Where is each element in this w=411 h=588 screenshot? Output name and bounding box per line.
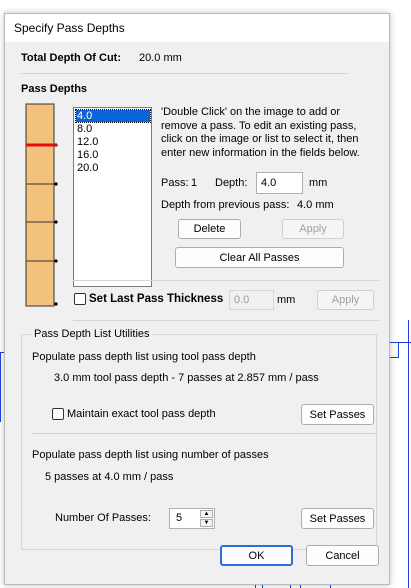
utilities-group-label: Pass Depth List Utilities [31, 328, 153, 340]
background-line [0, 352, 1, 422]
set-passes-tool-button[interactable]: Set Passes [301, 404, 374, 425]
number-of-passes-label: Number Of Passes: [55, 512, 151, 524]
clear-all-passes-button[interactable]: Clear All Passes [175, 247, 344, 268]
pass-depth-image[interactable] [23, 103, 63, 308]
spin-up-icon[interactable]: ▲ [200, 510, 213, 518]
tool-pass-depth-summary: 3.0 mm tool pass depth - 7 passes at 2.8… [54, 372, 319, 384]
apply-button[interactable]: Apply [282, 219, 344, 239]
maintain-exact-tool-pass-depth-checkbox[interactable] [52, 408, 64, 420]
separator [32, 433, 376, 434]
set-last-pass-thickness-label: Set Last Pass Thickness [89, 293, 224, 305]
spin-down-icon[interactable]: ▼ [200, 519, 213, 527]
cancel-button[interactable]: Cancel [306, 545, 379, 566]
pass-number: 1 [191, 177, 198, 189]
number-of-passes-summary: 5 passes at 4.0 mm / pass [45, 471, 174, 483]
last-pass-thickness-input[interactable]: 0.0 [229, 290, 274, 310]
delete-button[interactable]: Delete [178, 219, 241, 239]
pass-list[interactable]: 4.0 8.0 12.0 16.0 20.0 [73, 107, 152, 287]
maintain-exact-tool-pass-depth-label: Maintain exact tool pass depth [67, 408, 216, 420]
background-line [398, 342, 399, 358]
depth-from-previous-label: Depth from previous pass: [161, 199, 290, 211]
pass-marker-dot [54, 302, 58, 306]
last-pass-unit: mm [277, 294, 296, 306]
background-line [390, 357, 399, 358]
pass-marker-dot [54, 220, 58, 224]
ok-button[interactable]: OK [220, 545, 293, 566]
pass-list-item[interactable]: 12.0 [76, 136, 150, 148]
pass-depths-heading: Pass Depths [21, 83, 88, 95]
depth-unit: mm [309, 177, 328, 189]
total-depth-label: Total Depth Of Cut: [21, 52, 121, 64]
pass-list-item[interactable]: 16.0 [76, 149, 150, 161]
tool-pass-depth-heading: Populate pass depth list using tool pass… [32, 351, 256, 363]
total-depth-value: 20.0 mm [139, 52, 182, 64]
specify-pass-depths-dialog: Specify Pass Depths Total Depth Of Cut: … [4, 13, 390, 585]
number-of-passes-value: 5 [176, 512, 183, 524]
apply-last-pass-button[interactable]: Apply [317, 290, 374, 310]
pass-marker-dot [54, 182, 58, 186]
instructions-line: enter new information in the fields belo… [161, 146, 360, 159]
depth-from-previous-value: 4.0 mm [297, 199, 334, 211]
number-of-passes-spinner[interactable]: 5 ▲ ▼ [169, 508, 215, 529]
pass-list-item[interactable]: 4.0 [75, 109, 151, 123]
background-line [408, 320, 409, 588]
pass-marker-dot [54, 143, 58, 147]
pass-label: Pass: [161, 177, 189, 189]
pass-marker-dot [54, 259, 58, 263]
separator [73, 280, 379, 281]
depth-input[interactable]: 4.0 [256, 172, 303, 194]
material-block [25, 103, 55, 307]
pass-list-item[interactable]: 20.0 [76, 162, 150, 174]
separator [21, 73, 348, 74]
instructions-text: 'Double Click' on the image to add or re… [161, 106, 360, 160]
instructions-line: remove a pass. To edit an existing pass, [161, 119, 357, 132]
set-last-pass-thickness-checkbox[interactable] [74, 293, 86, 305]
number-of-passes-heading: Populate pass depth list using number of… [32, 449, 269, 461]
pass-list-item[interactable]: 8.0 [76, 123, 150, 135]
title-bar[interactable]: Specify Pass Depths [5, 14, 389, 42]
depth-label: Depth: [215, 177, 248, 189]
dialog-title: Specify Pass Depths [14, 21, 125, 35]
instructions-line: 'Double Click' on the image to add or [161, 106, 341, 118]
set-passes-number-button[interactable]: Set Passes [301, 508, 374, 529]
separator [73, 320, 379, 321]
instructions-line: click on the image or list to select it,… [161, 133, 359, 145]
